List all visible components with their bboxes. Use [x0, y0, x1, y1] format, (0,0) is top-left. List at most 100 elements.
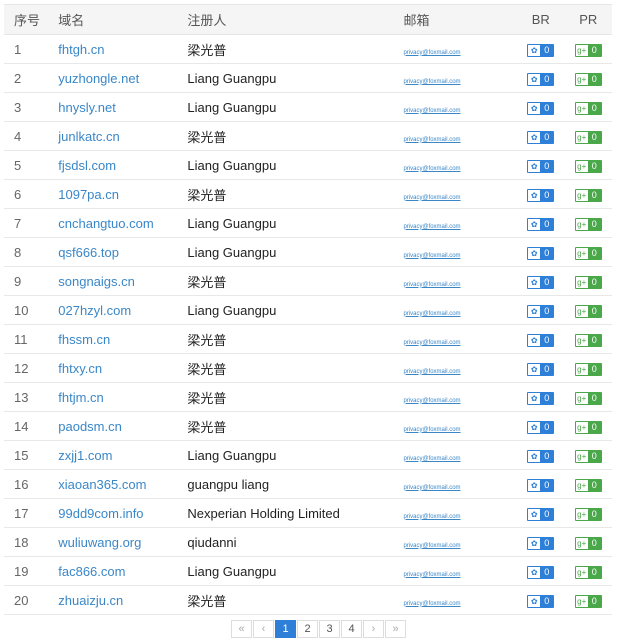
pr-badge[interactable]: g+ 0 [574, 130, 602, 144]
pr-badge[interactable]: g+ 0 [574, 217, 602, 231]
email-link[interactable]: privacy@foxmail.com [403, 166, 460, 172]
br-badge[interactable]: ✿ 0 [527, 304, 555, 318]
last-page-button[interactable]: » [385, 620, 406, 638]
registrant-name: 梁光普 [187, 361, 227, 377]
domain-link[interactable]: junlkatc.cn [58, 129, 119, 144]
paw-icon: ✿ [528, 537, 541, 549]
email-link[interactable]: privacy@foxmail.com [403, 398, 460, 404]
br-badge[interactable]: ✿ 0 [527, 130, 555, 144]
page-4-button[interactable]: 4 [341, 620, 362, 638]
pr-value: 0 [587, 305, 601, 317]
br-badge[interactable]: ✿ 0 [527, 507, 555, 521]
email-link[interactable]: privacy@foxmail.com [403, 108, 460, 114]
br-badge[interactable]: ✿ 0 [527, 333, 555, 347]
email-link[interactable]: privacy@foxmail.com [403, 543, 460, 549]
email-link[interactable]: privacy@foxmail.com [403, 485, 460, 491]
page-1-button[interactable]: 1 [275, 620, 296, 638]
br-badge[interactable]: ✿ 0 [527, 159, 555, 173]
pr-badge[interactable]: g+ 0 [574, 333, 602, 347]
email-link[interactable]: privacy@foxmail.com [403, 137, 460, 143]
email-link[interactable]: privacy@foxmail.com [403, 369, 460, 375]
pr-badge[interactable]: g+ 0 [574, 536, 602, 550]
google-plus-icon: g+ [575, 102, 588, 114]
email-link[interactable]: privacy@foxmail.com [403, 311, 460, 317]
pr-badge[interactable]: g+ 0 [574, 101, 602, 115]
email-link[interactable]: privacy@foxmail.com [403, 282, 460, 288]
pr-badge[interactable]: g+ 0 [574, 188, 602, 202]
pr-badge[interactable]: g+ 0 [574, 362, 602, 376]
pr-badge[interactable]: g+ 0 [574, 420, 602, 434]
br-badge[interactable]: ✿ 0 [527, 594, 555, 608]
domain-link[interactable]: songnaigs.cn [58, 274, 135, 289]
domain-link[interactable]: wuliuwang.org [58, 535, 141, 550]
domain-link[interactable]: paodsm.cn [58, 419, 122, 434]
domain-link[interactable]: fhtjm.cn [58, 390, 104, 405]
first-page-button[interactable]: « [231, 620, 252, 638]
domain-link[interactable]: fhtxy.cn [58, 361, 102, 376]
domain-link[interactable]: fjsdsl.com [58, 158, 116, 173]
email-link[interactable]: privacy@foxmail.com [403, 79, 460, 85]
br-badge[interactable]: ✿ 0 [527, 246, 555, 260]
page-2-button[interactable]: 2 [297, 620, 318, 638]
prev-page-button[interactable]: ‹ [253, 620, 274, 638]
email-link[interactable]: privacy@foxmail.com [403, 340, 460, 346]
pr-badge[interactable]: g+ 0 [574, 449, 602, 463]
domain-link[interactable]: 99dd9com.info [58, 506, 143, 521]
email-link[interactable]: privacy@foxmail.com [403, 572, 460, 578]
domain-link[interactable]: 027hzyl.com [58, 303, 131, 318]
domain-link[interactable]: fac866.com [58, 564, 125, 579]
pr-badge[interactable]: g+ 0 [574, 304, 602, 318]
br-badge[interactable]: ✿ 0 [527, 188, 555, 202]
br-badge[interactable]: ✿ 0 [527, 478, 555, 492]
domain-link[interactable]: zhuaizju.cn [58, 593, 123, 608]
page-3-button[interactable]: 3 [319, 620, 340, 638]
email-link[interactable]: privacy@foxmail.com [403, 514, 460, 520]
pr-badge[interactable]: g+ 0 [574, 43, 602, 57]
google-plus-icon: g+ [575, 44, 588, 56]
domain-link[interactable]: cnchangtuo.com [58, 216, 153, 231]
email-link[interactable]: privacy@foxmail.com [403, 195, 460, 201]
pr-badge[interactable]: g+ 0 [574, 565, 602, 579]
paw-icon: ✿ [528, 160, 541, 172]
pr-badge[interactable]: g+ 0 [574, 275, 602, 289]
br-value: 0 [540, 566, 554, 578]
br-badge[interactable]: ✿ 0 [527, 391, 555, 405]
domain-link[interactable]: xiaoan365.com [58, 477, 146, 492]
br-badge[interactable]: ✿ 0 [527, 420, 555, 434]
br-badge[interactable]: ✿ 0 [527, 101, 555, 115]
pr-value: 0 [587, 73, 601, 85]
email-link[interactable]: privacy@foxmail.com [403, 456, 460, 462]
br-badge[interactable]: ✿ 0 [527, 565, 555, 579]
br-badge[interactable]: ✿ 0 [527, 449, 555, 463]
domain-link[interactable]: fhssm.cn [58, 332, 110, 347]
br-badge[interactable]: ✿ 0 [527, 217, 555, 231]
br-badge[interactable]: ✿ 0 [527, 362, 555, 376]
pr-badge[interactable]: g+ 0 [574, 594, 602, 608]
pr-badge[interactable]: g+ 0 [574, 159, 602, 173]
domain-link[interactable]: yuzhongle.net [58, 71, 139, 86]
br-badge[interactable]: ✿ 0 [527, 275, 555, 289]
domain-link[interactable]: zxjj1.com [58, 448, 112, 463]
pr-badge[interactable]: g+ 0 [574, 246, 602, 260]
domain-link[interactable]: hnysly.net [58, 100, 116, 115]
domain-link[interactable]: fhtgh.cn [58, 42, 104, 57]
br-value: 0 [540, 276, 554, 288]
email-link[interactable]: privacy@foxmail.com [403, 50, 460, 56]
email-link[interactable]: privacy@foxmail.com [403, 253, 460, 259]
email-link[interactable]: privacy@foxmail.com [403, 224, 460, 230]
next-page-button[interactable]: › [363, 620, 384, 638]
domain-link[interactable]: 1097pa.cn [58, 187, 119, 202]
pr-badge[interactable]: g+ 0 [574, 507, 602, 521]
br-badge[interactable]: ✿ 0 [527, 536, 555, 550]
pr-badge[interactable]: g+ 0 [574, 478, 602, 492]
br-badge[interactable]: ✿ 0 [527, 43, 555, 57]
email-link[interactable]: privacy@foxmail.com [403, 601, 460, 607]
domain-link[interactable]: qsf666.top [58, 245, 119, 260]
br-value: 0 [540, 479, 554, 491]
google-plus-icon: g+ [575, 73, 588, 85]
pr-badge[interactable]: g+ 0 [574, 391, 602, 405]
br-badge[interactable]: ✿ 0 [527, 72, 555, 86]
row-number: 12 [4, 353, 59, 383]
email-link[interactable]: privacy@foxmail.com [403, 427, 460, 433]
pr-badge[interactable]: g+ 0 [574, 72, 602, 86]
